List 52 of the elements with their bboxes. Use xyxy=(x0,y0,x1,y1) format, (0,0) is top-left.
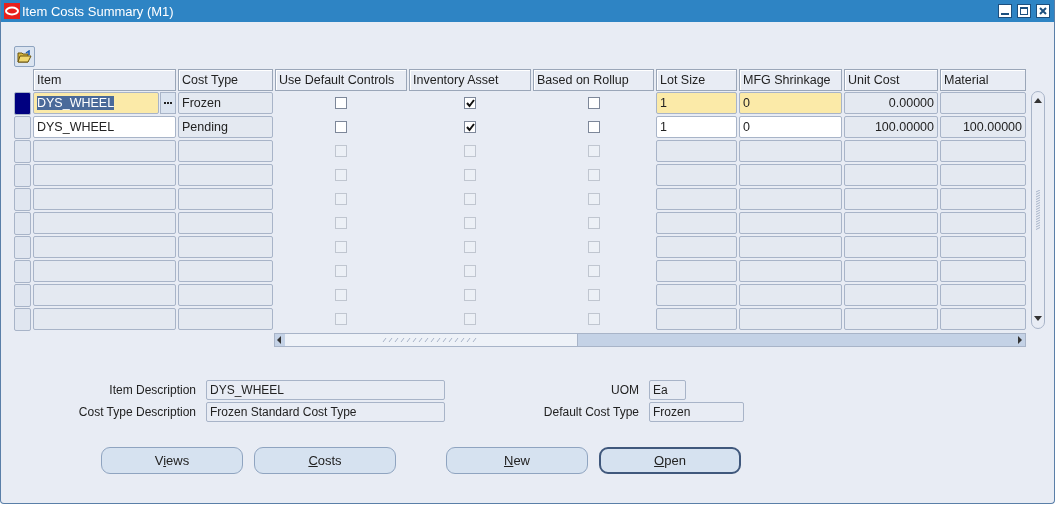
minimize-button[interactable] xyxy=(998,4,1012,18)
checkbox[interactable] xyxy=(587,121,600,133)
column-header: Material xyxy=(940,69,1026,91)
column-header: Unit Cost xyxy=(844,69,938,91)
column-header: Based on Rollup xyxy=(533,69,654,91)
field-label: Default Cost Type xyxy=(542,405,639,419)
table-cell[interactable]: 100.00000 xyxy=(940,116,1026,138)
input-field[interactable]: Frozen xyxy=(649,402,744,422)
column-header: Item xyxy=(33,69,176,91)
table-cell[interactable]: 1 xyxy=(656,92,737,114)
column-header: Lot Size xyxy=(656,69,737,91)
input-field[interactable]: Frozen Standard Cost Type xyxy=(206,402,445,422)
open-folder-button[interactable] xyxy=(14,46,35,67)
action-button[interactable]: Open xyxy=(599,447,741,474)
list-of-values-button[interactable] xyxy=(160,92,176,114)
vertical-scrollbar[interactable] xyxy=(1031,91,1045,329)
input-field[interactable]: Ea xyxy=(649,380,686,400)
checkbox[interactable] xyxy=(464,97,476,109)
table-cell[interactable]: 1 xyxy=(656,116,737,138)
maximize-button[interactable] xyxy=(1017,4,1031,18)
right-arrow-icon[interactable] xyxy=(1015,335,1025,345)
logo-icon xyxy=(4,3,20,19)
field-label: Item Description xyxy=(108,383,196,397)
close-button[interactable] xyxy=(1036,4,1050,18)
column-header: Cost Type xyxy=(178,69,273,91)
table-cell[interactable]: 0 xyxy=(739,92,842,114)
table-cell[interactable]: Frozen xyxy=(178,92,273,114)
action-button[interactable]: Views xyxy=(101,447,243,474)
table-cell[interactable]: DYS_WHEEL xyxy=(33,92,160,114)
table-cell[interactable]: Pending xyxy=(178,116,273,138)
column-header: Inventory Asset xyxy=(409,69,531,91)
checkbox[interactable] xyxy=(335,121,347,133)
table-cell[interactable]: 0.00000 xyxy=(844,92,938,114)
action-button[interactable]: Costs xyxy=(254,447,396,474)
row-indicator[interactable] xyxy=(14,91,31,115)
checkbox[interactable] xyxy=(335,97,347,109)
input-field[interactable]: DYS_WHEEL xyxy=(206,380,445,400)
action-button[interactable]: New xyxy=(446,447,588,474)
table-cell[interactable]: 100.00000 xyxy=(844,116,938,138)
grip-icon xyxy=(1035,190,1041,230)
up-arrow-icon[interactable] xyxy=(1033,96,1043,106)
table-cell[interactable]: 0 xyxy=(739,116,842,138)
horizontal-scrollbar[interactable] xyxy=(274,333,1026,347)
checkbox[interactable] xyxy=(464,121,476,133)
table-cell[interactable] xyxy=(940,92,1026,114)
table-cell[interactable]: DYS_WHEEL xyxy=(33,116,176,138)
field-label: UOM xyxy=(610,383,639,397)
checkbox[interactable] xyxy=(587,97,600,109)
window-title: Item Costs Summary (M1) xyxy=(22,3,175,19)
column-header: Use Default Controls xyxy=(275,69,407,91)
field-label: Cost Type Description xyxy=(77,405,196,419)
column-header: MFG Shrinkage xyxy=(739,69,842,91)
